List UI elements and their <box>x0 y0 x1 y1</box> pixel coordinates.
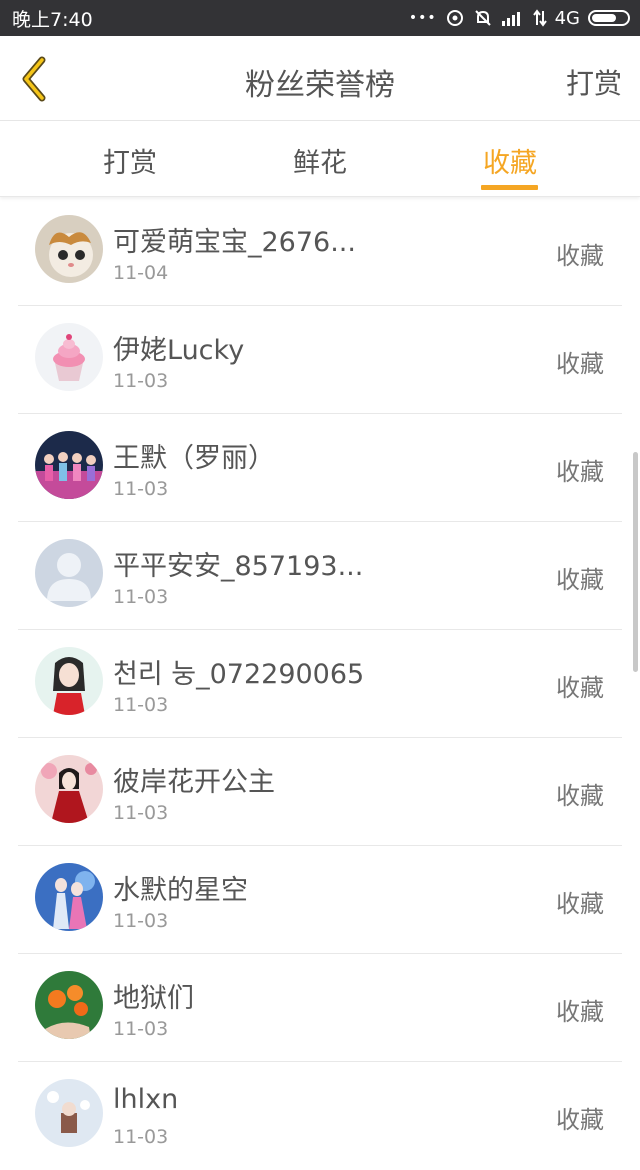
fan-name: lhlxn <box>113 1084 179 1115</box>
fan-date: 11-04 <box>113 262 169 284</box>
list-item[interactable]: 可爱萌宝宝_2676... 11-04 收藏 <box>18 198 622 306</box>
support-type: 收藏 <box>556 1106 604 1134</box>
data-arrows-icon <box>532 9 547 27</box>
list-item[interactable]: 地狱们 11-03 收藏 <box>18 954 622 1062</box>
avatar <box>35 431 103 499</box>
orange-flowers-avatar-icon <box>35 971 103 1039</box>
avatar <box>35 647 103 715</box>
support-type: 收藏 <box>556 566 604 594</box>
avatar <box>35 863 103 931</box>
mute-bell-icon <box>474 10 491 26</box>
avatar <box>35 755 103 823</box>
group-photo-avatar-icon <box>35 431 103 499</box>
active-tab-indicator <box>481 185 538 190</box>
support-type: 收藏 <box>556 998 604 1026</box>
fan-date: 11-03 <box>113 910 169 932</box>
avatar <box>35 323 103 391</box>
avatar <box>35 539 103 607</box>
support-type: 收藏 <box>556 350 604 378</box>
fan-date: 11-03 <box>113 370 169 392</box>
list-item[interactable]: 水默的星空 11-03 收藏 <box>18 846 622 954</box>
list-item[interactable]: 천리 눙_072290065 11-03 收藏 <box>18 630 622 738</box>
avatar <box>35 1079 103 1147</box>
status-icons: ••• 4G <box>409 8 630 29</box>
default-user-avatar-icon <box>35 539 103 607</box>
page-title: 粉丝荣誉榜 <box>245 68 395 103</box>
fan-date: 11-03 <box>113 802 169 824</box>
winter-doll-avatar-icon <box>35 1079 103 1147</box>
list-item[interactable]: 彼岸花开公主 11-03 收藏 <box>18 738 622 846</box>
kitten-avatar-icon <box>35 215 103 283</box>
signal-icon <box>501 12 520 26</box>
tab-bar: 打赏 鲜花 收藏 <box>0 121 640 197</box>
fan-date: 11-03 <box>113 586 169 608</box>
hotspot-icon <box>446 10 463 26</box>
tab-flowers[interactable]: 鲜花 <box>260 141 380 180</box>
fan-date: 11-03 <box>113 1126 169 1148</box>
anime-girl-avatar-icon <box>35 647 103 715</box>
list-item[interactable]: lhlxn 11-03 收藏 <box>18 1062 622 1170</box>
fan-name: 彼岸花开公主 <box>113 767 275 798</box>
battery-icon <box>588 10 630 26</box>
support-type: 收藏 <box>556 782 604 810</box>
tab-reward[interactable]: 打赏 <box>70 141 190 180</box>
tab-favorites[interactable]: 收藏 <box>450 141 570 180</box>
fan-date: 11-03 <box>113 694 169 716</box>
support-type: 收藏 <box>556 890 604 918</box>
status-bar: 晚上7:40 ••• 4G <box>0 0 640 36</box>
list-item[interactable]: 王默（罗丽） 11-03 收藏 <box>18 414 622 522</box>
reward-button[interactable]: 打赏 <box>566 62 622 102</box>
top-bar: 粉丝荣誉榜 打赏 <box>0 36 640 121</box>
more-dots-icon: ••• <box>408 10 437 26</box>
red-dress-avatar-icon <box>35 755 103 823</box>
avatar <box>35 971 103 1039</box>
network-type: 4G <box>554 7 580 29</box>
status-time: 晚上7:40 <box>12 8 93 31</box>
fan-name: 平平安安_857193... <box>113 551 364 582</box>
avatar <box>35 215 103 283</box>
fan-date: 11-03 <box>113 478 169 500</box>
cupcake-avatar-icon <box>35 323 103 391</box>
support-type: 收藏 <box>556 674 604 702</box>
fan-name: 地狱们 <box>113 983 194 1014</box>
fan-name: 伊姥Lucky <box>113 335 245 366</box>
fan-name: 可爱萌宝宝_2676... <box>113 227 356 258</box>
fan-list: 可爱萌宝宝_2676... 11-04 收藏 伊姥Lucky 11-03 收藏 <box>0 198 640 1170</box>
fan-name: 王默（罗丽） <box>113 443 275 474</box>
scrollbar[interactable] <box>633 452 638 672</box>
fan-date: 11-03 <box>113 1018 169 1040</box>
list-item[interactable]: 伊姥Lucky 11-03 收藏 <box>18 306 622 414</box>
fan-name: 천리 눙_072290065 <box>113 659 365 690</box>
fan-name: 水默的星空 <box>113 875 248 906</box>
support-type: 收藏 <box>556 458 604 486</box>
blue-fantasy-avatar-icon <box>35 863 103 931</box>
list-item[interactable]: 平平安安_857193... 11-03 收藏 <box>18 522 622 630</box>
support-type: 收藏 <box>556 242 604 270</box>
